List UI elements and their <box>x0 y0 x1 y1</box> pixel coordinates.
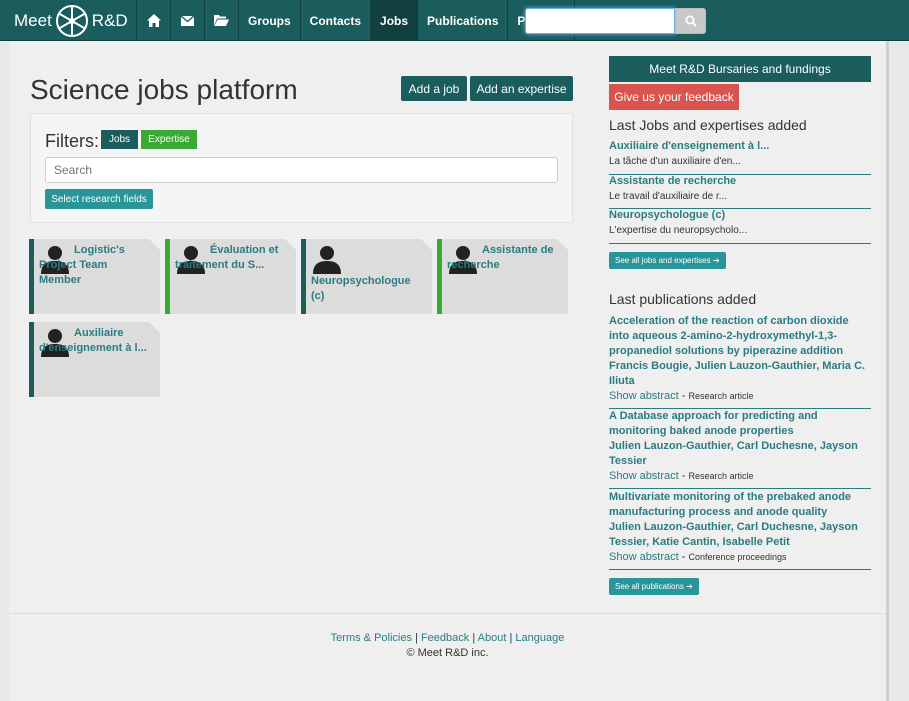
latest-job-item[interactable]: Auxiliaire d'enseignement à l... La tâch… <box>609 139 871 175</box>
latest-job-snippet: L'expertise du neuropsycholo... <box>609 225 748 236</box>
card-type-bar <box>29 322 34 397</box>
card-title: Assistante de recherche <box>447 244 554 271</box>
filter-tag-jobs[interactable]: Jobs <box>101 130 138 149</box>
card-type-bar <box>437 239 442 314</box>
terms-link[interactable]: Terms & Policies <box>331 632 412 644</box>
top-search <box>525 8 706 34</box>
latest-job-title[interactable]: Auxiliaire d'enseignement à l... <box>609 139 871 154</box>
nav-files[interactable] <box>204 0 238 41</box>
add-expertise-button[interactable]: Add an expertise <box>470 76 573 101</box>
latest-job-snippet: La tâche d'un auxiliaire d'en... <box>609 156 741 167</box>
publication-title[interactable]: Acceleration of the reaction of carbon d… <box>609 314 871 359</box>
publication-authors: Francis Bougie, Julien Lauzon-Gauthier, … <box>609 360 866 387</box>
nav-messages[interactable] <box>170 0 204 41</box>
page-title: Science jobs platform <box>30 74 298 105</box>
nav-home[interactable] <box>136 0 170 41</box>
copyright: © Meet R&D inc. <box>406 647 489 659</box>
add-job-button[interactable]: Add a job <box>401 76 467 101</box>
about-link[interactable]: About <box>478 632 507 644</box>
card-type-bar <box>165 239 170 314</box>
feedback-button[interactable]: Give us your feedback <box>609 84 739 110</box>
latest-job-title[interactable]: Assistante de recherche <box>609 174 871 189</box>
filters-panel: Filters: Jobs Expertise Select research … <box>30 113 573 223</box>
card-title: Neuropsychologue (c) <box>311 275 411 302</box>
nav-publications[interactable]: Publications <box>417 0 507 41</box>
footer-separator: | <box>472 632 476 644</box>
publication-item: A Database approach for predicting and m… <box>609 409 871 489</box>
home-icon <box>146 14 161 27</box>
nav-groups[interactable]: Groups <box>238 0 300 41</box>
page-edge <box>886 41 889 701</box>
top-search-input[interactable] <box>525 8 675 34</box>
publication-item: Multivariate monitoring of the prebaked … <box>609 490 871 570</box>
show-abstract-link[interactable]: Show abstract <box>609 470 679 482</box>
expertise-card[interactable]: Évaluation et traitement du S... <box>165 239 296 314</box>
brand-meet: Meet <box>14 10 52 30</box>
publication-authors: Julien Lauzon-Gauthier, Carl Duchesne, J… <box>609 440 858 467</box>
see-all-jobs-button[interactable]: See all jobs and expertises ➔ <box>609 252 726 269</box>
show-abstract-link[interactable]: Show abstract <box>609 390 679 402</box>
top-navbar: Meet R&D Groups Contacts Jobs Publicatio… <box>0 0 909 41</box>
publication-item: Acceleration of the reaction of carbon d… <box>609 314 871 409</box>
card-title: Évaluation et traitement du S... <box>175 244 279 271</box>
job-card[interactable]: Neuropsychologue (c) <box>301 239 432 314</box>
latest-publications-heading: Last publications added <box>609 291 757 307</box>
job-card[interactable]: Auxiliaire d'enseignement à l... <box>29 322 160 397</box>
footer-divider <box>9 613 886 614</box>
search-icon <box>685 15 697 27</box>
logo-icon <box>55 4 88 37</box>
bursaries-button[interactable]: Meet R&D Bursaries and fundings <box>609 56 871 82</box>
nav-contacts[interactable]: Contacts <box>299 0 370 41</box>
card-type-bar <box>29 239 34 314</box>
latest-job-title[interactable]: Neuropsychologue (c) <box>609 208 871 223</box>
latest-job-item[interactable]: Assistante de recherche Le travail d'aux… <box>609 174 871 209</box>
expertise-card[interactable]: Assistante de recherche <box>437 239 568 314</box>
filter-search-input[interactable] <box>45 157 558 183</box>
envelope-icon <box>181 15 194 26</box>
brand-rd: R&D <box>91 10 128 30</box>
latest-jobs-heading: Last Jobs and expertises added <box>609 117 807 133</box>
publication-type: Research article <box>688 391 754 401</box>
footer-separator: | <box>509 632 513 644</box>
publication-type: Research article <box>688 471 754 481</box>
see-all-publications-button[interactable]: See all publications ➔ <box>609 578 699 595</box>
card-title: Logistic's Project Team Member <box>39 244 125 286</box>
filter-tag-expertise[interactable]: Expertise <box>141 130 197 149</box>
select-research-fields-button[interactable]: Select research fields <box>45 189 153 209</box>
filters-label: Filters: <box>45 131 99 151</box>
top-search-button[interactable] <box>675 8 706 34</box>
publication-authors: Julien Lauzon-Gauthier, Carl Duchesne, J… <box>609 521 858 548</box>
show-abstract-link[interactable]: Show abstract <box>609 551 679 563</box>
folder-open-icon <box>214 15 229 26</box>
feedback-link[interactable]: Feedback <box>421 632 469 644</box>
latest-job-snippet: Le travail d'auxiliaire de r... <box>609 191 728 202</box>
nav-jobs[interactable]: Jobs <box>370 0 418 41</box>
publication-type: Conference proceedings <box>688 552 787 562</box>
card-type-bar <box>301 239 306 314</box>
latest-job-item[interactable]: Neuropsychologue (c) L'expertise du neur… <box>609 208 871 244</box>
person-avatar-icon <box>313 246 341 274</box>
footer-links: Terms & Policies | Feedback | About | La… <box>0 632 895 644</box>
language-link[interactable]: Language <box>515 632 564 644</box>
publication-title[interactable]: A Database approach for predicting and m… <box>609 409 871 439</box>
brand-logo[interactable]: Meet R&D <box>0 0 136 41</box>
publication-title[interactable]: Multivariate monitoring of the prebaked … <box>609 490 871 520</box>
job-card[interactable]: Logistic's Project Team Member <box>29 239 160 314</box>
card-title: Auxiliaire d'enseignement à l... <box>39 327 147 354</box>
footer-separator: | <box>415 632 418 644</box>
